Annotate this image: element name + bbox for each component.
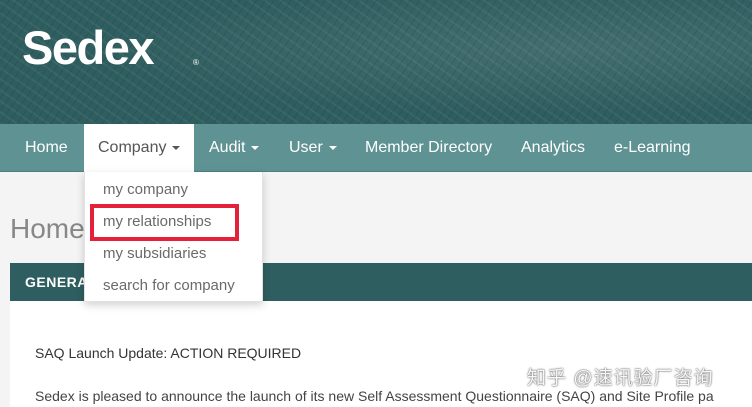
notice-title: SAQ Launch Update: ACTION REQUIRED (35, 345, 302, 361)
nav-member-directory[interactable]: Member Directory (351, 124, 506, 172)
menu-item-search-for-company[interactable]: search for company (103, 277, 235, 294)
nav-audit[interactable]: Audit (195, 124, 273, 172)
menu-item-my-relationships[interactable]: my relationships (103, 213, 211, 230)
watermark-text: 知乎 @速讯验厂咨询 (527, 368, 714, 389)
nav-e-learning-label: e-Learning (614, 139, 691, 156)
nav-home[interactable]: Home (11, 124, 82, 172)
page-title: Home (10, 213, 85, 244)
company-dropdown-menu: my company my relationships my subsidiar… (84, 172, 263, 302)
caret-down-icon (172, 145, 181, 150)
logo-text: Sedex (22, 21, 154, 74)
panel-header-title: GENERA (25, 274, 88, 290)
caret-down-icon (328, 145, 337, 150)
nav-member-directory-label: Member Directory (365, 139, 493, 156)
logo-dot (166, 25, 210, 69)
nav-e-learning[interactable]: e-Learning (600, 124, 705, 172)
panel-body: SAQ Launch Update: ACTION REQUIRED Sedex… (10, 301, 752, 407)
nav-analytics-label: Analytics (521, 139, 586, 156)
notice-text: Sedex is pleased to announce the launch … (35, 388, 714, 404)
nav-analytics[interactable]: Analytics (507, 124, 599, 172)
menu-item-my-company[interactable]: my company (103, 181, 188, 198)
caret-down-icon (251, 145, 260, 150)
nav-company[interactable]: Company (84, 124, 194, 172)
nav-audit-label: Audit (209, 139, 246, 156)
registered-mark: ® (193, 58, 199, 67)
main-navbar: Home Company Audit User Member Directory… (0, 124, 752, 172)
nav-user[interactable]: User (275, 124, 351, 172)
nav-user-label: User (289, 139, 323, 156)
nav-company-label: Company (98, 139, 167, 156)
nav-home-label: Home (25, 139, 68, 156)
header-banner: Sedex ® (0, 0, 752, 124)
menu-item-my-subsidiaries[interactable]: my subsidiaries (103, 245, 206, 262)
sedex-logo[interactable]: Sedex ® (22, 20, 210, 76)
